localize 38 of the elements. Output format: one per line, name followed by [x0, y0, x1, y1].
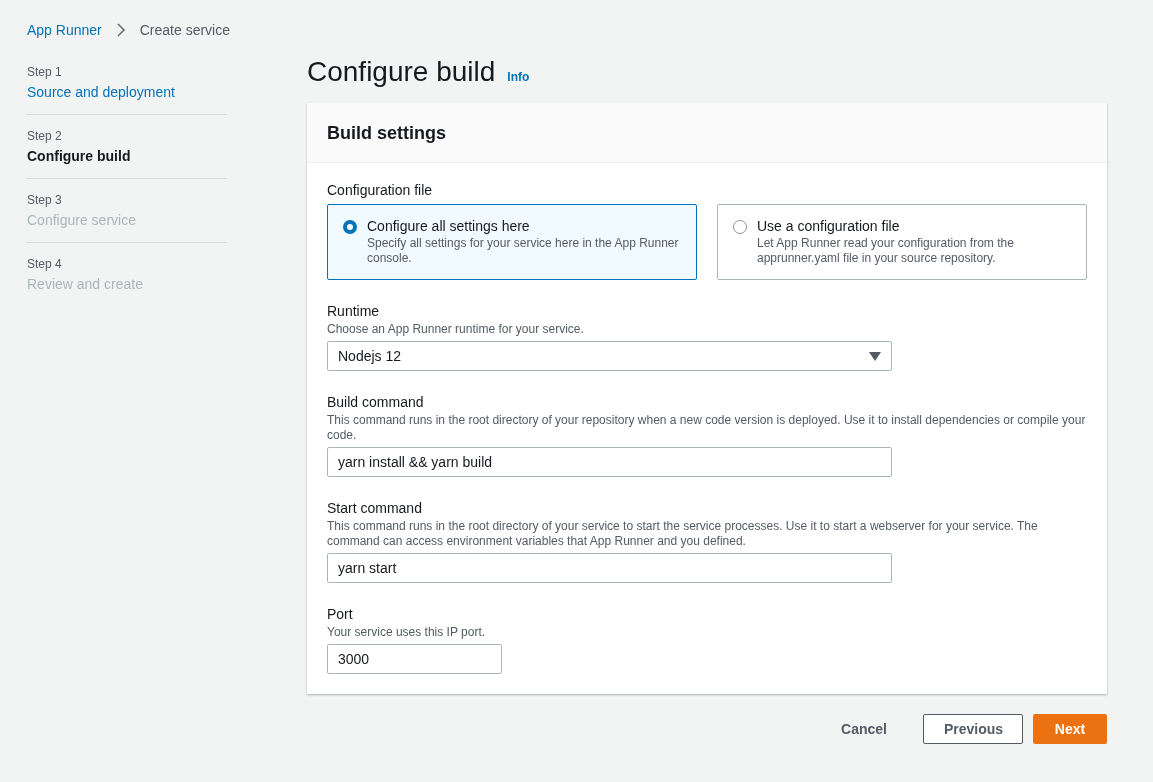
input-field[interactable]: yarn start	[327, 553, 892, 583]
step-number: Step 1	[27, 64, 63, 80]
panel-title: Build settings	[327, 122, 447, 144]
step-label: Configure build	[27, 147, 132, 166]
info-link[interactable]: Info	[507, 70, 530, 84]
option-title: Use a configuration file	[757, 217, 901, 235]
step-label: Configure service	[27, 211, 137, 230]
radio-option[interactable]: Configure all settings here Specify all settings for your service here in the App Runner console.	[327, 204, 697, 280]
option-description: Specify all settings for your service here in the App Runner console.	[367, 236, 680, 266]
field-label: Build command	[327, 393, 425, 412]
field-description: Your service uses this IP port.	[327, 625, 487, 640]
step-number: Step 2	[27, 128, 63, 144]
input-field[interactable]: 3000	[327, 644, 502, 674]
step-number: Step 3	[27, 192, 63, 208]
page-title: Configure build	[307, 56, 496, 88]
option-description: Let App Runner read your configuration from the apprunner.yaml file in your source repository.	[757, 236, 1015, 266]
caret-icon	[869, 351, 881, 361]
field-label: Start command	[327, 499, 423, 518]
radio-option[interactable]: Use a configuration file Let App Runner read your configuration from the apprunner.yaml file in your source repository.	[717, 204, 1087, 280]
radio-button[interactable]	[733, 220, 747, 234]
field-description: This command runs in the root directory of your repository when a new code version is deployed. Use it to install dependencies or compile your code.	[327, 413, 1087, 443]
breadcrumb-current: Create service	[139, 22, 230, 38]
chevron-icon	[115, 23, 126, 37]
radio-button[interactable]	[343, 220, 357, 234]
option-title: Configure all settings here	[367, 217, 531, 235]
previous-button[interactable]: Previous	[923, 714, 1023, 744]
field-description: This command runs in the root directory of your service to start the service processes. Use it to start a webserver for your service. The command can access environment variables that App Runner and you defined.	[327, 519, 1039, 549]
field-label: Port	[327, 605, 354, 624]
step-label: Review and create	[27, 275, 144, 294]
cancel-button[interactable]: Cancel	[821, 714, 907, 744]
runtime-select[interactable]: Nodejs 12	[327, 341, 892, 371]
step-number: Step 4	[27, 256, 63, 272]
breadcrumb-link[interactable]: App Runner	[27, 22, 102, 38]
field-label: Runtime	[327, 302, 381, 321]
field-label: Configuration file	[327, 181, 434, 200]
input-field[interactable]: yarn install && yarn build	[327, 447, 892, 477]
step-label[interactable]: Source and deployment	[27, 82, 227, 102]
field-description: Choose an App Runner runtime for your service.	[327, 322, 585, 337]
